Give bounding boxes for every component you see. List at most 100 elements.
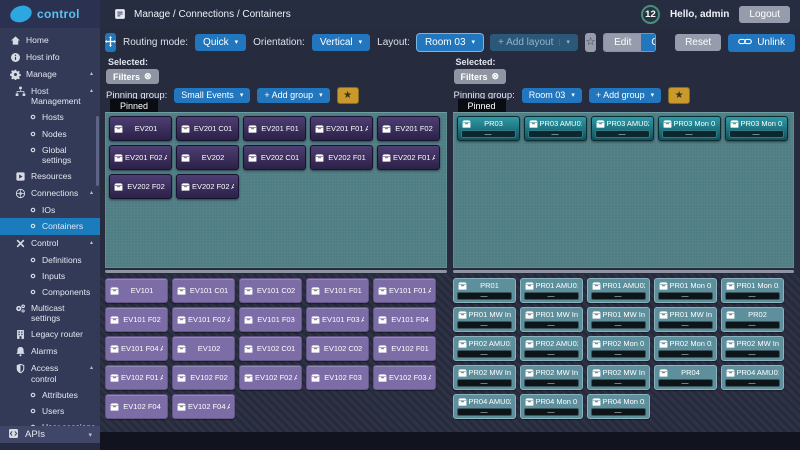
sidebar-item-apis[interactable]: APIs ▾ <box>0 426 100 443</box>
sidebar-item-resources[interactable]: Resources <box>0 168 100 185</box>
container-button[interactable]: PR04 Mon 02— <box>587 394 650 419</box>
container-button[interactable]: EV202 F02 <box>109 174 172 199</box>
sidebar-item-attributes[interactable]: Attributes <box>0 387 100 403</box>
sidebar-item-access-control[interactable]: Access control▴ <box>0 360 100 386</box>
notification-badge[interactable]: 12 <box>641 5 660 24</box>
container-button[interactable]: EV101 F03 A <box>306 307 369 332</box>
horizontal-scrollbar[interactable] <box>453 270 795 273</box>
container-button[interactable]: EV102 F04 <box>105 394 168 419</box>
container-button[interactable]: PR04 AMU01— <box>721 365 784 390</box>
container-button[interactable]: PR03 Mon 01— <box>658 116 721 141</box>
sidebar-item-inputs[interactable]: Inputs <box>0 268 100 284</box>
container-button[interactable]: EV201 F01 A <box>310 116 373 141</box>
sidebar-item-host-info[interactable]: Host info <box>0 49 100 66</box>
add-group-button[interactable]: + Add group ▾ <box>257 88 329 104</box>
container-button[interactable]: PR03 AMU01— <box>524 116 587 141</box>
move-layout-button[interactable] <box>105 33 116 52</box>
container-button[interactable]: EV202 F01 A <box>377 145 440 170</box>
favorite-group-button[interactable]: ★ <box>337 87 359 104</box>
container-button[interactable]: PR02 MW In03— <box>520 365 583 390</box>
container-button[interactable]: PR02 MW In01— <box>721 336 784 361</box>
layout-dropdown[interactable]: Room 03 ▾ <box>417 34 483 51</box>
container-button[interactable]: EV102 F02 A <box>239 365 302 390</box>
container-button[interactable]: EV101 F02 A <box>172 307 235 332</box>
container-button[interactable]: EV201 C01 <box>176 116 239 141</box>
sidebar-item-hosts[interactable]: Hosts <box>0 109 100 125</box>
pinned-drop-area[interactable]: PR03—PR03 AMU01—PR03 AMU02—PR03 Mon 01—P… <box>453 112 795 268</box>
container-button[interactable]: PR01 Mon 02— <box>721 278 784 303</box>
container-button[interactable]: EV202 F01 <box>310 145 373 170</box>
container-button[interactable]: PR01 AMU01— <box>520 278 583 303</box>
container-button[interactable]: EV201 F02 A <box>109 145 172 170</box>
container-button[interactable]: EV102 <box>172 336 235 361</box>
container-button[interactable]: PR02— <box>721 307 784 332</box>
container-button[interactable]: PR04— <box>654 365 717 390</box>
routing-mode-dropdown[interactable]: Quick ▾ <box>195 34 246 51</box>
sidebar-item-nodes[interactable]: Nodes <box>0 126 100 142</box>
sidebar-item-home[interactable]: Home <box>0 32 100 49</box>
horizontal-scrollbar[interactable] <box>105 270 447 273</box>
pinning-group-dropdown[interactable]: Small Events ▾ <box>174 88 250 104</box>
container-button[interactable]: EV102 F04 A <box>172 394 235 419</box>
container-button[interactable]: EV101 F01 A <box>373 278 436 303</box>
container-button[interactable]: EV101 C01 <box>172 278 235 303</box>
container-button[interactable]: PR02 AMU02— <box>520 336 583 361</box>
container-button[interactable]: EV102 C02 <box>306 336 369 361</box>
edit-mode-button[interactable]: Edit <box>604 34 641 51</box>
container-button[interactable]: EV102 C01 <box>239 336 302 361</box>
container-button[interactable]: EV201 F01 <box>243 116 306 141</box>
sidebar-item-multicast-settings[interactable]: Multicast settings <box>0 300 100 326</box>
container-button[interactable]: PR02 MW In04— <box>587 365 650 390</box>
container-button[interactable]: PR01 MW In03— <box>587 307 650 332</box>
container-button[interactable]: EV202 C01 <box>243 145 306 170</box>
sidebar-scrollbar[interactable] <box>96 116 99 186</box>
filters-button[interactable]: Filters ⊗ <box>106 69 159 84</box>
container-button[interactable]: PR01 MW In02— <box>520 307 583 332</box>
reset-button[interactable]: Reset <box>675 34 721 51</box>
container-button[interactable]: PR02 AMU01— <box>453 336 516 361</box>
unlink-button[interactable]: Unlink <box>728 34 795 52</box>
filters-button[interactable]: Filters ⊗ <box>454 69 507 84</box>
container-button[interactable]: EV102 F01 <box>373 336 436 361</box>
sidebar-item-control[interactable]: Control▴ <box>0 235 100 252</box>
container-button[interactable]: EV101 F04 A <box>105 336 168 361</box>
container-button[interactable]: EV101 <box>105 278 168 303</box>
sidebar-item-alarms[interactable]: Alarms <box>0 343 100 360</box>
container-button[interactable]: EV201 <box>109 116 172 141</box>
container-button[interactable]: EV101 C02 <box>239 278 302 303</box>
container-button[interactable]: EV201 F02 <box>377 116 440 141</box>
container-button[interactable]: PR01 MW In04— <box>654 307 717 332</box>
container-button[interactable]: EV102 F02 <box>172 365 235 390</box>
container-button[interactable]: PR01 MW In01— <box>453 307 516 332</box>
container-button[interactable]: EV202 F02 A <box>176 174 239 199</box>
container-button[interactable]: EV101 F01 <box>306 278 369 303</box>
logout-button[interactable]: Logout <box>739 6 790 23</box>
orientation-dropdown[interactable]: Vertical ▾ <box>312 34 370 51</box>
add-group-button[interactable]: + Add group ▾ <box>589 88 661 104</box>
container-button[interactable]: PR02 Mon 02— <box>654 336 717 361</box>
sidebar-item-users[interactable]: Users <box>0 403 100 419</box>
container-button[interactable]: PR03 Mon 02— <box>725 116 788 141</box>
favorite-group-button[interactable]: ★ <box>668 87 690 104</box>
sidebar-item-legacy-router[interactable]: Legacy router <box>0 326 100 343</box>
sidebar-item-components[interactable]: Components <box>0 284 100 300</box>
sidebar-item-host-management[interactable]: Host Management▴ <box>0 83 100 109</box>
container-button[interactable]: EV102 F03 A <box>373 365 436 390</box>
container-button[interactable]: EV101 F02 <box>105 307 168 332</box>
pinned-drop-area[interactable]: EV201EV201 C01EV201 F01EV201 F01 AEV201 … <box>105 112 447 268</box>
container-button[interactable]: EV102 F03 <box>306 365 369 390</box>
container-button[interactable]: PR04 AMU02— <box>453 394 516 419</box>
container-button[interactable]: PR01 AMU02— <box>587 278 650 303</box>
operational-mode-button[interactable]: Operational <box>641 34 656 51</box>
sidebar-item-manage[interactable]: Manage▴ <box>0 66 100 83</box>
container-button[interactable]: PR01 Mon 01— <box>654 278 717 303</box>
sidebar-item-definitions[interactable]: Definitions <box>0 252 100 268</box>
container-button[interactable]: PR02 Mon 01— <box>587 336 650 361</box>
container-button[interactable]: EV102 F01 A <box>105 365 168 390</box>
container-button[interactable]: EV202 <box>176 145 239 170</box>
sidebar-item-global-settings[interactable]: Global settings <box>0 142 100 168</box>
container-button[interactable]: EV101 F03 <box>239 307 302 332</box>
pinned-tab[interactable]: Pinned <box>110 99 158 112</box>
pinned-tab[interactable]: Pinned <box>458 99 506 112</box>
add-layout-button[interactable]: + Add layout ▾ <box>490 34 578 51</box>
